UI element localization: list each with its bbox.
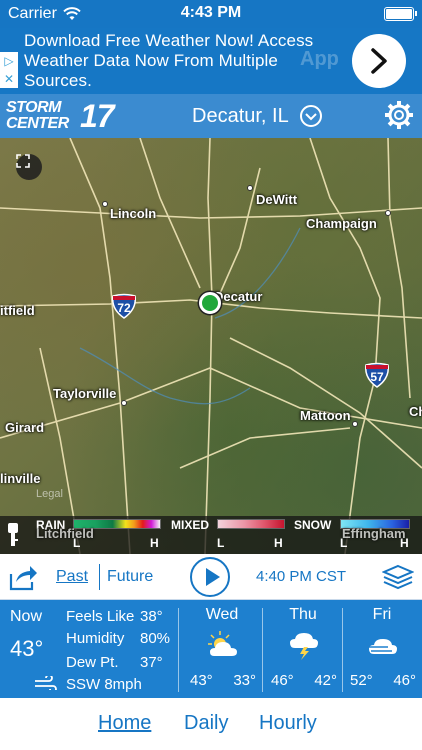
dew-point-value: 37° [140, 654, 163, 671]
logo-line-2: CENTER [6, 115, 69, 132]
city-label: itfield [0, 303, 35, 318]
city-label: Taylorville [53, 386, 117, 401]
ad-line-3: Sources. [24, 71, 92, 90]
humidity-row: Humidity 80% [66, 630, 170, 647]
city-label: linville [0, 471, 41, 486]
ad-banner[interactable]: ▷ ✕ Download Free Weather Now! Access Wea… [0, 28, 422, 94]
city-dot [352, 421, 358, 427]
expand-map-button[interactable] [16, 154, 42, 180]
wind-row: SSW 8mph [66, 676, 142, 693]
map-roads [0, 138, 422, 554]
city-dot [121, 400, 127, 406]
ad-line-1: Download Free Weather Now! Access [24, 31, 314, 50]
location-selector[interactable]: Decatur, IL [192, 104, 323, 128]
past-toggle[interactable]: Past [56, 568, 88, 586]
city-label: Ch [409, 404, 422, 419]
city-label: Girard [5, 420, 45, 435]
city-dot [385, 210, 391, 216]
ad-line-2: Weather Data Now From Multiple [24, 51, 278, 70]
status-bar: Carrier 4:43 PM [0, 0, 422, 28]
chevron-down-circle-icon [299, 105, 322, 127]
app-header: STORM CENTER 17 Decatur, IL [0, 94, 422, 138]
wind-icon [35, 676, 57, 690]
tab-hourly[interactable]: Hourly [259, 712, 317, 735]
tab-home[interactable]: Home [98, 712, 151, 735]
mixed-low: L [217, 536, 225, 550]
mixed-scale [217, 519, 285, 529]
forecast-day[interactable]: Thu 46° 42° [263, 600, 343, 698]
city-dot [247, 185, 253, 191]
forecast-day-name: Wed [205, 606, 239, 623]
feels-like-value: 38° [140, 608, 163, 625]
radar-map[interactable]: Lincoln DeWitt Champaign Decatur itfield… [0, 138, 422, 554]
chevron-right-icon [371, 48, 387, 74]
wind-value: SSW 8mph [66, 676, 142, 693]
humidity-value: 80% [140, 630, 171, 647]
forecast-low: 46° [393, 672, 416, 689]
city-label: DeWitt [256, 192, 298, 207]
dew-point-label: Dew Pt. [66, 654, 119, 671]
ad-ghost-text: App [300, 48, 339, 70]
logo-number: 17 [80, 98, 115, 134]
snow-label: SNOW [294, 518, 332, 532]
thunderstorm-icon [290, 633, 318, 660]
interstate-number: 72 [117, 301, 131, 315]
tab-daily[interactable]: Daily [184, 712, 228, 735]
city-label: Champaign [306, 216, 377, 231]
dew-point-row: Dew Pt. 37° [66, 654, 163, 671]
bottom-nav: Home Daily Hourly [0, 698, 422, 750]
forecast-high: 52° [350, 672, 373, 689]
key-icon[interactable] [6, 523, 20, 547]
share-icon[interactable] [8, 562, 38, 592]
battery-icon [384, 7, 417, 21]
map-legal-link[interactable]: Legal [36, 488, 63, 500]
storm-center-logo: STORM CENTER 17 [6, 97, 128, 137]
radar-toolbar: Past Future 4:40 PM CST [0, 554, 422, 600]
ad-text[interactable]: Download Free Weather Now! Access Weathe… [24, 31, 344, 91]
current-temperature: 43° [10, 636, 44, 661]
interstate-number: 57 [370, 370, 384, 384]
forecast-day[interactable]: Fri 52° 46° [342, 600, 422, 698]
forecast-day-name: Fri [372, 606, 392, 623]
forecast-high: 43° [190, 672, 213, 689]
location-label: Decatur, IL [192, 104, 289, 127]
adchoices-icon[interactable]: ▷ ✕ [0, 52, 18, 88]
expand-icon [16, 154, 30, 168]
city-dot [102, 201, 108, 207]
radar-timestamp: 4:40 PM CST [256, 568, 347, 585]
gear-icon[interactable] [384, 100, 414, 130]
toggle-divider [99, 564, 100, 590]
partly-cloudy-icon [208, 631, 237, 656]
city-label: Lincoln [110, 206, 157, 221]
interstate-shield: 57 [364, 362, 390, 388]
windy-icon [368, 639, 397, 654]
ad-next-button[interactable] [352, 34, 406, 88]
play-button[interactable] [190, 557, 230, 597]
mixed-high: H [274, 536, 283, 550]
rain-high: H [150, 536, 159, 550]
feels-like-label: Feels Like [66, 608, 135, 625]
city-label: Litchfield [36, 526, 94, 541]
forecast-low: 42° [314, 672, 337, 689]
forecast-high: 46° [271, 672, 294, 689]
now-label: Now [10, 608, 43, 625]
humidity-label: Humidity [66, 630, 125, 647]
forecast-day[interactable]: Wed 43° 33° [182, 600, 262, 698]
status-time: 4:43 PM [180, 4, 242, 21]
current-location-marker [199, 292, 221, 314]
forecast-low: 33° [233, 672, 256, 689]
forecast-day-name: Thu [289, 606, 317, 623]
conditions-panel[interactable]: Now 43° Feels Like 38° Humidity 80% Dew … [0, 600, 422, 698]
mixed-label: MIXED [171, 518, 210, 532]
layers-icon[interactable] [382, 564, 414, 590]
city-label: Mattoon [300, 408, 351, 423]
panel-divider [178, 608, 179, 692]
interstate-shield: 72 [111, 293, 137, 319]
feels-like-row: Feels Like 38° [66, 608, 163, 625]
city-label: Effingham [342, 526, 406, 541]
city-label: Decatur [214, 289, 263, 304]
future-toggle[interactable]: Future [107, 568, 153, 586]
